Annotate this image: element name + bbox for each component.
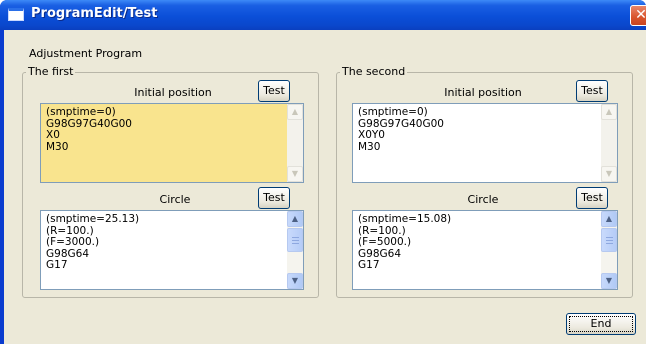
grip-line [606,240,613,241]
circle-label: Circle [159,193,191,206]
initial-position-label: Initial position [444,86,522,99]
group-legend: The second [340,65,408,78]
scroll-up-icon[interactable]: ▲ [287,211,303,227]
grip-line [606,237,613,238]
grip-line [292,243,299,244]
initial-program-text: (smptime=0) G98G97G40G00 X0 M30 [46,106,132,153]
test-initial-button[interactable]: Test [258,80,290,102]
scroll-up-icon: ▲ [287,104,303,120]
scroll-up-icon[interactable]: ▲ [601,211,617,227]
grip-line [292,240,299,241]
group-legend: The first [26,65,76,78]
scroll-up-icon: ▲ [601,104,617,120]
test-initial-button[interactable]: Test [576,80,608,102]
circle-program-textbox[interactable]: (smptime=25.13) (R=100.) (F=3000.) G98G6… [40,210,304,290]
close-button[interactable]: ✕ [630,5,646,26]
initial-program-textbox[interactable]: (smptime=0) G98G97G40G00 X0 M30 ▲ ▼ [40,103,304,183]
circle-program-text: (smptime=15.08) (R=100.) (F=5000.) G98G6… [358,213,452,271]
circle-program-text: (smptime=25.13) (R=100.) (F=3000.) G98G6… [46,213,140,271]
title-bar[interactable]: ProgramEdit/Test ✕ [0,0,646,30]
scroll-thumb[interactable] [287,228,303,252]
test-circle-button[interactable]: Test [576,187,608,209]
test-circle-button[interactable]: Test [258,187,290,209]
end-button[interactable]: End [566,313,636,335]
window-icon [8,8,24,21]
initial-position-label: Initial position [134,86,212,99]
scroll-down-icon[interactable]: ▼ [601,273,617,289]
scroll-down-icon[interactable]: ▼ [287,273,303,289]
initial-program-textbox[interactable]: (smptime=0) G98G97G40G00 X0Y0 M30 ▲ ▼ [352,103,618,183]
adjustment-program-heading: Adjustment Program [29,47,143,60]
circle-program-textbox[interactable]: (smptime=15.08) (R=100.) (F=5000.) G98G6… [352,210,618,290]
scroll-down-icon: ▼ [287,166,303,182]
grip-line [292,237,299,238]
grip-line [606,243,613,244]
window-title: ProgramEdit/Test [31,6,158,21]
scrollbar[interactable]: ▲ ▼ [287,104,303,182]
scrollbar[interactable]: ▲ ▼ [601,211,617,289]
scroll-thumb[interactable] [601,228,617,252]
initial-program-text: (smptime=0) G98G97G40G00 X0Y0 M30 [358,106,444,153]
scrollbar[interactable]: ▲ ▼ [287,211,303,289]
scroll-down-icon: ▼ [601,166,617,182]
circle-label: Circle [467,193,499,206]
scrollbar[interactable]: ▲ ▼ [601,104,617,182]
